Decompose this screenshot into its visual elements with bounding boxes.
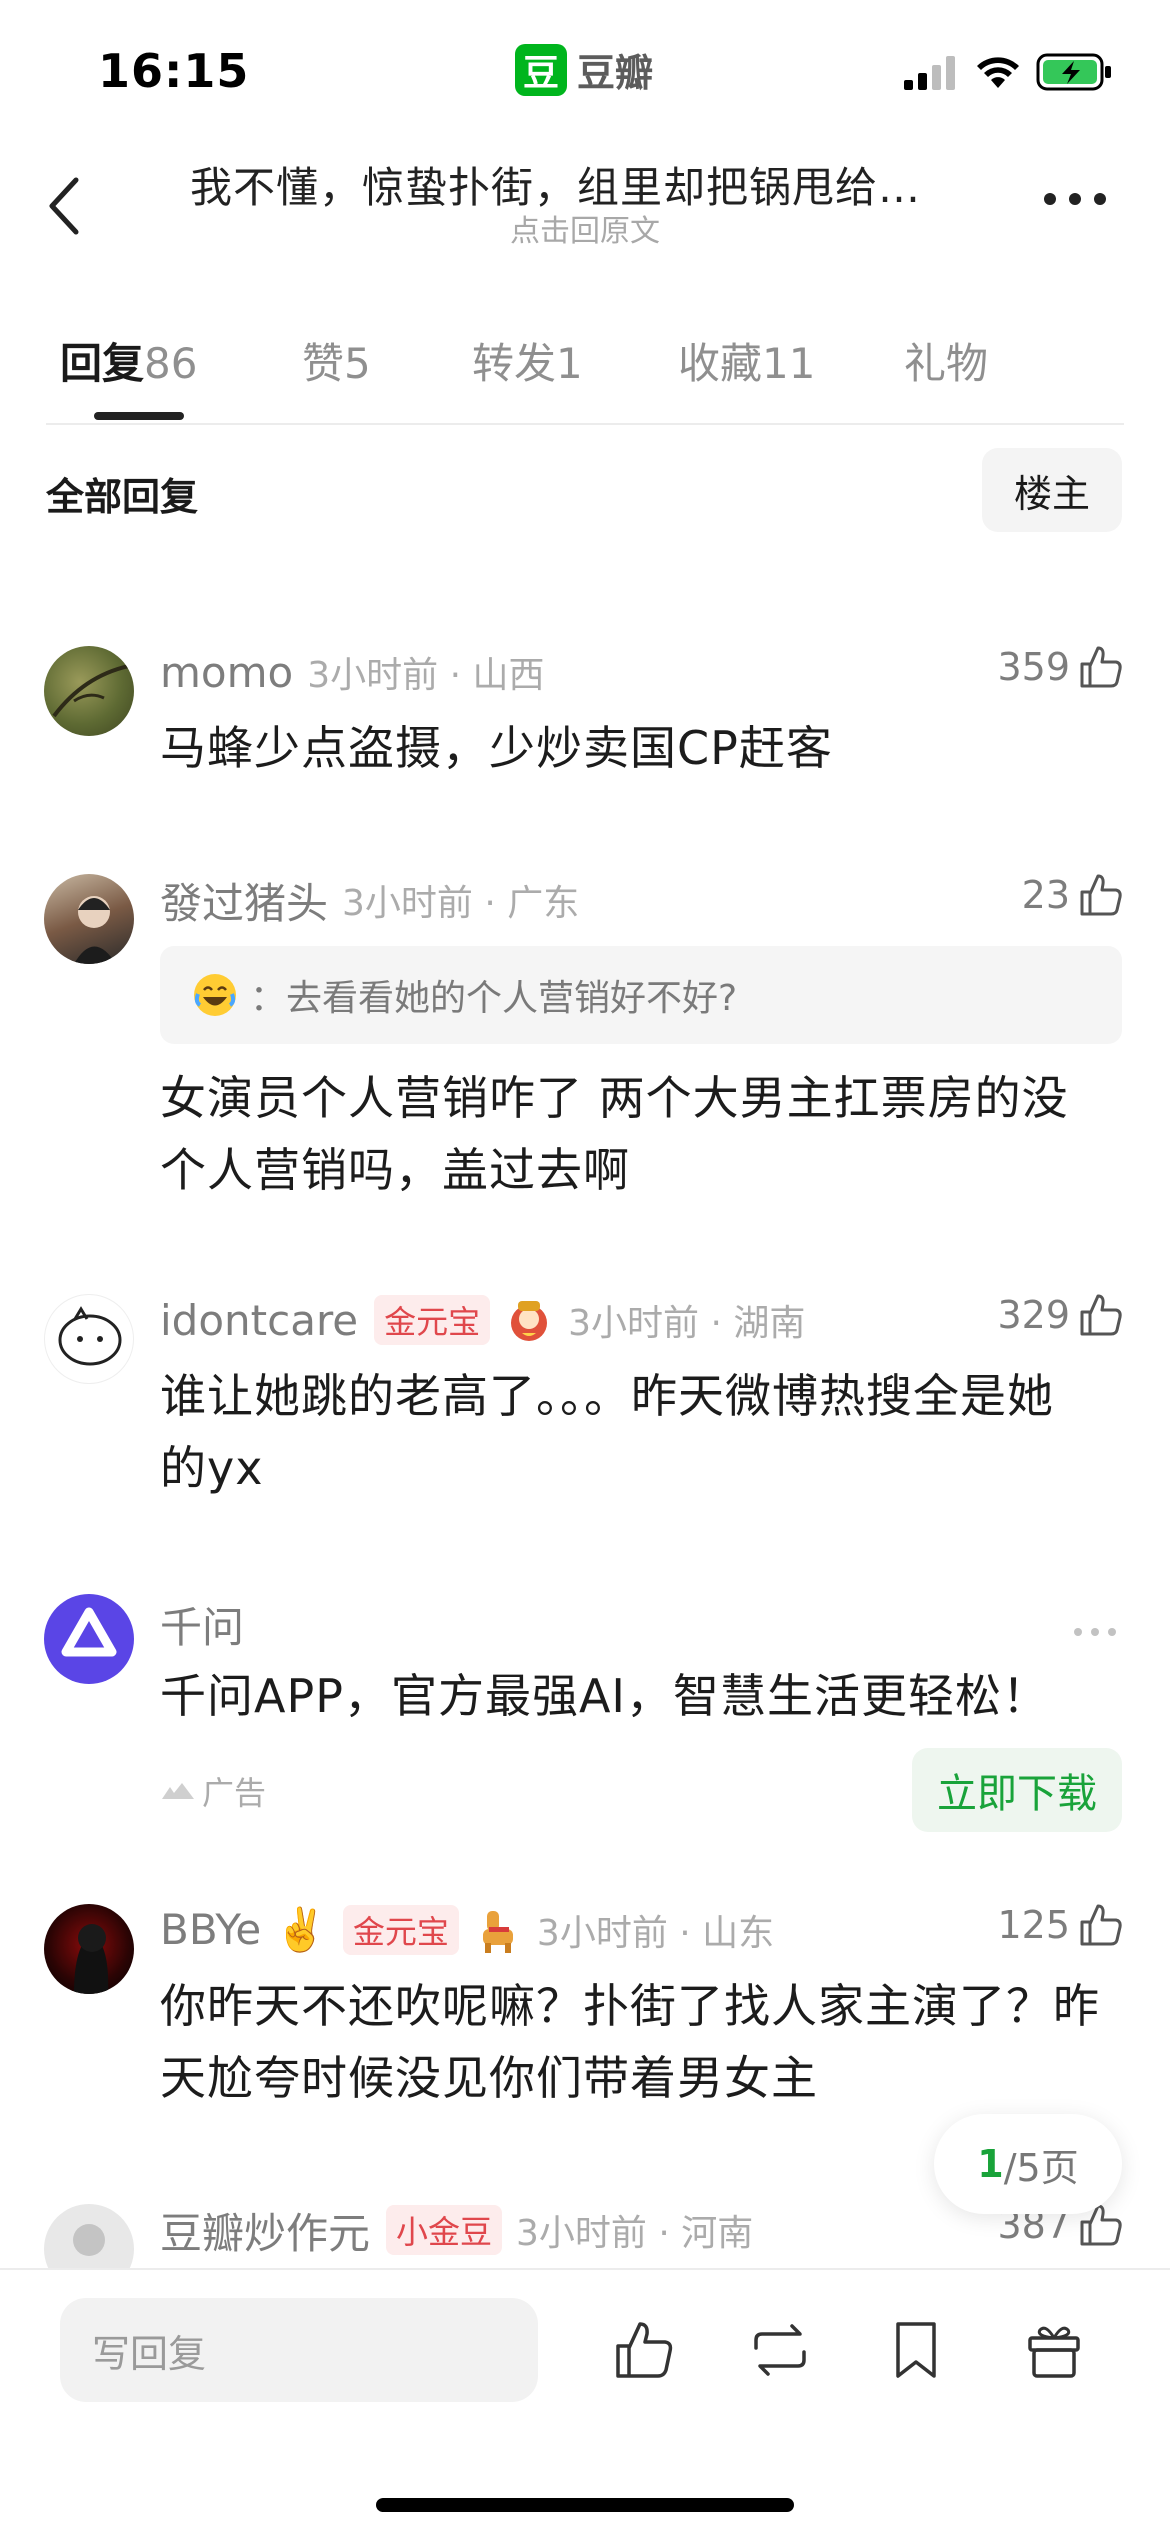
- laugh-emoji-icon: [194, 974, 236, 1016]
- tab-gifts[interactable]: 礼物: [904, 330, 988, 391]
- tab-collections[interactable]: 收藏11: [678, 330, 815, 391]
- wifi-icon: [977, 57, 1019, 88]
- ad-text[interactable]: 千问APP，官方最强AI，智慧生活更轻松！: [160, 1660, 1100, 1732]
- thumb-up-icon: [1080, 874, 1122, 916]
- tab-likes[interactable]: 赞5: [302, 330, 371, 391]
- avatar[interactable]: [44, 1294, 134, 1384]
- comment-text: 你昨天不还吹呢嘛？扑街了找人家主演了？昨天尬夸时候没见你们带着男女主: [160, 1979, 1100, 2105]
- like-button[interactable]: 125: [997, 1902, 1124, 1948]
- like-count: 125: [997, 1903, 1070, 1947]
- comment-time-location: 3小时前 · 广东: [342, 883, 580, 924]
- gift-icon[interactable]: [1022, 2318, 1086, 2382]
- user-badge: 金元宝: [342, 1905, 459, 1955]
- like-count: 23: [1021, 873, 1070, 917]
- bottom-action-bar: 写回复: [0, 2268, 1170, 2532]
- user-badge: 金元宝: [374, 1295, 491, 1345]
- comment-time-location: 3小时前 · 山东: [536, 1913, 775, 1954]
- comment-meta: idontcare 金元宝 3小时前 · 湖南: [160, 1290, 805, 1350]
- back-to-original-link[interactable]: 点击回原文: [0, 206, 1170, 250]
- repost-icon[interactable]: [748, 2318, 812, 2382]
- page-indicator[interactable]: 1/5页: [934, 2114, 1122, 2214]
- reply-input[interactable]: 写回复: [60, 2298, 538, 2402]
- current-page: 1: [977, 2142, 1004, 2186]
- avatar[interactable]: [44, 646, 134, 736]
- more-icon[interactable]: [1040, 184, 1110, 214]
- thumb-up-icon: [1080, 646, 1122, 688]
- quote-text: ：去看看她的个人营销好不好?: [250, 978, 738, 1019]
- home-indicator: [376, 2498, 794, 2512]
- page-total: /5页: [1003, 2145, 1079, 2190]
- battery-charging-icon: [1036, 53, 1111, 91]
- download-button[interactable]: 立即下载: [912, 1748, 1122, 1832]
- llama-doll-icon: [482, 1911, 513, 1953]
- like-count: 329: [997, 1293, 1070, 1337]
- quoted-reply[interactable]: ：去看看她的个人营销好不好?: [160, 946, 1122, 1044]
- nav-header: 我不懂，惊蛰扑街，组里却把锅甩给… 点击回原文: [0, 140, 1170, 280]
- ad-tag-icon: [162, 1783, 194, 1799]
- status-bar: 16:15 豆 豆瓣: [0, 0, 1170, 140]
- comment-meta: BBYe ✌️ 金元宝 3小时前 · 山东: [160, 1900, 774, 1960]
- username[interactable]: 豆瓣炒作元: [160, 2200, 370, 2261]
- cellular-signal-icon: [904, 56, 955, 90]
- all-replies-label: 全部回复: [46, 475, 199, 519]
- comment-text: 马蜂少点盗摄，少炒卖国CP赶客: [160, 721, 833, 775]
- comment-meta: 豆瓣炒作元 小金豆 3小时前 · 河南: [160, 2200, 753, 2260]
- avatar[interactable]: [44, 1904, 134, 1994]
- comment-meta: momo 3小时前 · 山西: [160, 642, 544, 702]
- op-only-button[interactable]: 楼主: [982, 448, 1122, 532]
- bookmark-icon[interactable]: [884, 2318, 948, 2382]
- comment-text: 谁让她跳的老高了。。。昨天微博热搜全是她的yx: [160, 1369, 1054, 1495]
- username[interactable]: momo: [160, 648, 293, 697]
- fortune-god-icon: [511, 1301, 548, 1341]
- like-button[interactable]: 23: [1022, 872, 1124, 918]
- comment-time-location: 3小时前 · 山西: [307, 655, 545, 696]
- user-badge: 小金豆: [386, 2205, 503, 2255]
- app-indicator: 豆 豆瓣: [515, 42, 653, 97]
- status-time: 16:15: [98, 44, 250, 98]
- like-count: 359: [997, 645, 1070, 689]
- username[interactable]: idontcare: [160, 1296, 358, 1345]
- username[interactable]: BBYe ✌️: [160, 1905, 327, 1955]
- tab-bar: 回复86 赞5 转发1 收藏11 礼物: [46, 310, 1124, 425]
- username[interactable]: 發过猪头: [160, 870, 328, 931]
- comment-time-location: 3小时前 · 河南: [516, 2213, 754, 2254]
- ad-name[interactable]: 千问: [160, 1594, 244, 1655]
- ad-meta: 千问: [160, 1594, 244, 1654]
- thumb-up-icon: [1080, 1294, 1122, 1336]
- ad-avatar[interactable]: [44, 1594, 134, 1684]
- avatar[interactable]: [44, 874, 134, 964]
- douban-logo-icon: 豆: [515, 43, 567, 96]
- ad-label: 广告: [160, 1768, 266, 1814]
- comment-text: 女演员个人营销咋了 两个大男主扛票房的没个人营销吗，盖过去啊: [160, 1071, 1069, 1197]
- tab-replies[interactable]: 回复86: [60, 330, 197, 391]
- active-tab-indicator: [94, 412, 184, 420]
- tab-reposts[interactable]: 转发1: [472, 330, 583, 391]
- thumb-up-icon[interactable]: [612, 2318, 676, 2382]
- thumb-up-icon: [1080, 1904, 1122, 1946]
- ad-more-icon[interactable]: [1070, 1624, 1120, 1640]
- like-button[interactable]: 359: [997, 644, 1124, 690]
- comment-time-location: 3小时前 · 湖南: [568, 1303, 806, 1344]
- comment-meta: 發过猪头 3小时前 · 广东: [160, 870, 579, 930]
- like-button[interactable]: 329: [997, 1292, 1124, 1338]
- app-name: 豆瓣: [577, 51, 654, 95]
